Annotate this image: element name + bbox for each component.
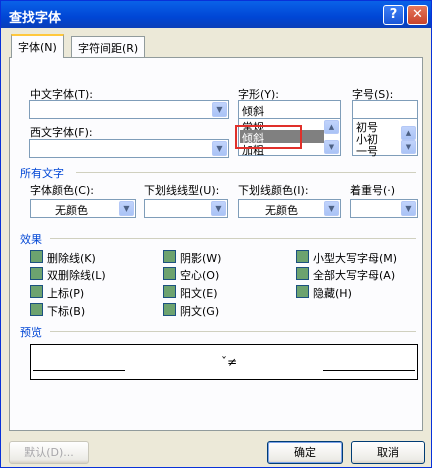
scroll-down-icon[interactable]: ▼: [401, 140, 416, 154]
strikethrough-label: 删除线(K): [47, 252, 96, 265]
underline-style-label: 下划线线型(U):: [144, 184, 220, 197]
style-value: 倾斜: [242, 105, 264, 118]
engrave-label: 阴文(G): [180, 305, 220, 318]
preview-sample: ˇ≠: [221, 355, 238, 369]
underline-color-value: 无颜色: [265, 204, 298, 217]
checkbox-superscript[interactable]: [30, 285, 43, 298]
scroll-up-icon[interactable]: ▲: [401, 126, 416, 140]
style-input[interactable]: 倾斜: [238, 100, 341, 119]
checkbox-subscript[interactable]: [30, 303, 43, 316]
west-font-select[interactable]: ▼: [29, 139, 229, 158]
underline-color-label: 下划线颜色(I):: [238, 184, 309, 197]
preview-baseline-right: [323, 370, 415, 371]
underline-style-select[interactable]: ▼: [144, 199, 228, 218]
chevron-down-icon[interactable]: ▼: [401, 201, 416, 216]
superscript-label: 上标(P): [47, 287, 85, 300]
checkbox-strikethrough[interactable]: [30, 250, 43, 263]
subscript-label: 下标(B): [47, 305, 86, 318]
checkbox-small-caps[interactable]: [296, 250, 309, 263]
tab-panel-font: 中文字体(T): ▼ 西文字体(F): ▼ 字形(Y): 倾斜 常规 倾斜 加粗…: [9, 57, 423, 431]
style-scrollbar[interactable]: ▲ ▼: [324, 120, 339, 154]
tab-font[interactable]: 字体(N): [11, 34, 64, 58]
size-option[interactable]: 一号: [356, 143, 378, 159]
find-font-dialog: 查找字体 ? ✕ 字体(N) 字符间距(R) 中文字体(T): ▼ 西文字体(F…: [0, 0, 432, 468]
cancel-button[interactable]: 取消: [351, 441, 425, 464]
chevron-down-icon[interactable]: ▼: [212, 102, 227, 117]
size-input[interactable]: [352, 100, 418, 119]
checkbox-double-strikethrough[interactable]: [30, 267, 43, 280]
divider: [50, 238, 416, 239]
tab-character-spacing[interactable]: 字符间距(R): [71, 36, 146, 58]
chevron-down-icon[interactable]: ▼: [119, 201, 134, 216]
font-color-select[interactable]: 无颜色 ▼: [30, 199, 136, 218]
hidden-label: 隐藏(H): [313, 287, 352, 300]
shadow-label: 阴影(W): [180, 252, 222, 265]
scroll-up-icon[interactable]: ▲: [324, 120, 339, 134]
font-color-label: 字体颜色(C):: [30, 184, 94, 197]
size-listbox[interactable]: 初号 小初 一号 ▲ ▼: [352, 118, 418, 159]
help-button[interactable]: ?: [383, 5, 404, 25]
font-color-value: 无颜色: [55, 204, 88, 217]
all-caps-label: 全部大写字母(A): [313, 269, 396, 282]
section-effects: 效果: [20, 233, 42, 246]
chevron-down-icon[interactable]: ▼: [324, 201, 339, 216]
ok-button[interactable]: 确定: [267, 441, 343, 464]
chevron-down-icon[interactable]: ▼: [212, 141, 227, 156]
west-font-label: 西文字体(F):: [30, 126, 93, 139]
size-scrollbar[interactable]: ▲ ▼: [401, 120, 416, 154]
preview-baseline-left: [33, 370, 125, 371]
outline-label: 空心(O): [180, 269, 220, 282]
checkbox-hidden[interactable]: [296, 285, 309, 298]
divider: [50, 331, 416, 332]
checkbox-emboss[interactable]: [163, 285, 176, 298]
emboss-label: 阳文(E): [180, 287, 218, 300]
small-caps-label: 小型大写字母(M): [313, 252, 398, 265]
emphasis-label: 着重号(·): [350, 184, 396, 197]
close-button[interactable]: ✕: [407, 5, 428, 25]
checkbox-outline[interactable]: [163, 267, 176, 280]
title-bar: 查找字体 ? ✕: [1, 1, 431, 28]
preview-box: ˇ≠: [30, 344, 418, 380]
window-title: 查找字体: [9, 11, 62, 26]
highlight-box: [235, 125, 302, 149]
default-button[interactable]: 默认(D)...: [9, 441, 89, 464]
underline-color-select[interactable]: 无颜色 ▼: [238, 199, 341, 218]
section-all-text: 所有文字: [20, 167, 64, 180]
divider: [76, 172, 416, 173]
checkbox-shadow[interactable]: [163, 250, 176, 263]
checkbox-all-caps[interactable]: [296, 267, 309, 280]
emphasis-select[interactable]: ▼: [350, 199, 418, 218]
cn-font-select[interactable]: ▼: [29, 100, 229, 119]
checkbox-engrave[interactable]: [163, 303, 176, 316]
chevron-down-icon[interactable]: ▼: [211, 201, 226, 216]
double-strikethrough-label: 双删除线(L): [47, 269, 106, 282]
scroll-down-icon[interactable]: ▼: [324, 140, 339, 154]
section-preview: 预览: [20, 326, 42, 339]
